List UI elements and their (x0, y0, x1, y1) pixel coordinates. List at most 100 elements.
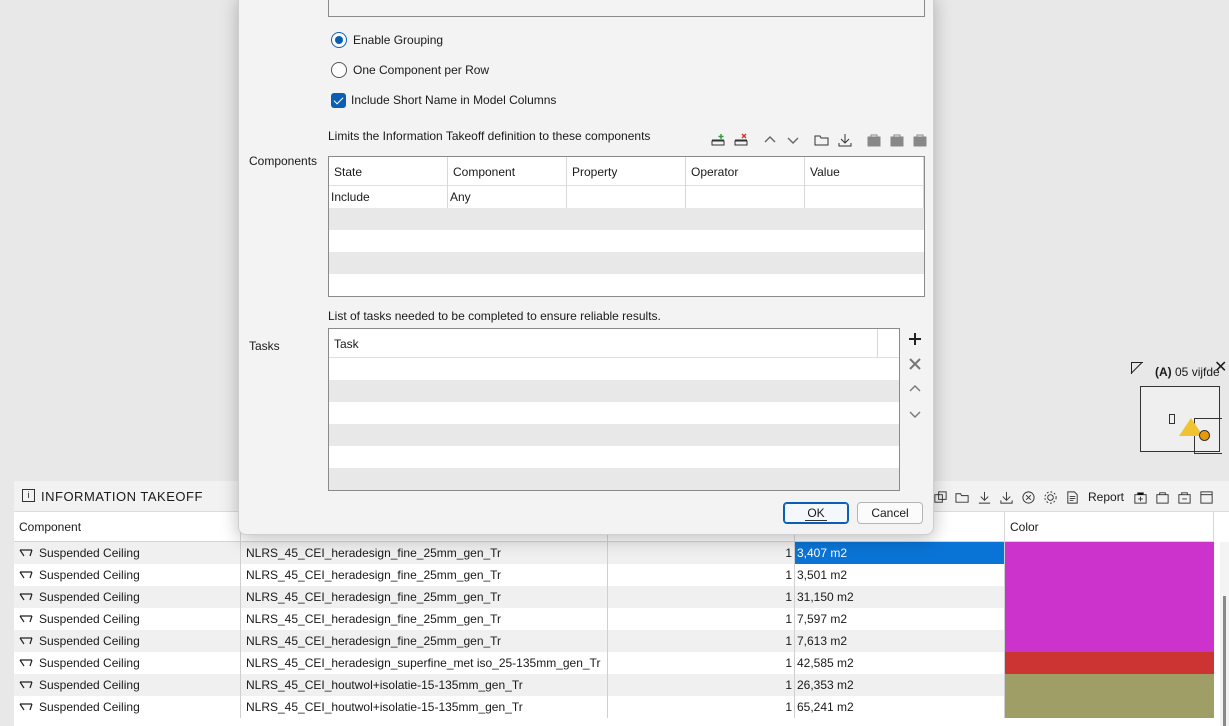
one-component-per-row-option[interactable]: One Component per Row (331, 61, 489, 79)
area-cell[interactable]: 26,353 m2 (795, 674, 1005, 696)
resize-corner-icon[interactable] (1131, 362, 1143, 374)
tasks-table[interactable]: Task (328, 328, 900, 491)
ok-button[interactable]: OK (783, 502, 849, 524)
copy-icon[interactable] (932, 489, 948, 505)
column-header-state[interactable]: State (329, 157, 448, 186)
column-header-color[interactable]: Color (1005, 512, 1214, 542)
open-folder-icon[interactable] (813, 132, 830, 149)
close-icon[interactable] (905, 354, 925, 374)
report-icon[interactable] (1064, 489, 1080, 505)
value-cell[interactable] (805, 186, 924, 208)
area-cell[interactable]: 3,407 m2 (795, 542, 1005, 564)
vertical-scrollbar[interactable] (1220, 542, 1229, 726)
table-row[interactable]: Suspended Ceiling NLRS_45_CEI_heradesign_… (14, 542, 1214, 564)
count-cell[interactable]: 1 (608, 630, 795, 652)
table-row[interactable]: Suspended Ceiling NLRS_45_CEI_heradesign_… (14, 652, 1214, 674)
gear-icon[interactable] (1042, 489, 1058, 505)
component-cell[interactable]: Any (448, 186, 567, 208)
component-cell[interactable]: Suspended Ceiling (14, 696, 241, 718)
download-all-icon[interactable] (998, 489, 1014, 505)
cancel-circle-icon[interactable] (1020, 489, 1036, 505)
chevron-down-icon[interactable] (905, 404, 925, 424)
area-cell[interactable]: 7,613 m2 (795, 630, 1005, 652)
import-icon[interactable] (836, 132, 853, 149)
one-component-per-row-radio[interactable] (331, 62, 347, 78)
scrollbar-thumb[interactable] (1223, 596, 1226, 726)
color-cell[interactable] (1005, 696, 1214, 718)
component-cell[interactable]: Suspended Ceiling (14, 674, 241, 696)
navigator-preview[interactable]: (A) 05 vijfde ✕ (1128, 360, 1229, 460)
color-cell[interactable] (1005, 586, 1214, 608)
type-cell[interactable]: NLRS_45_CEI_houtwol+isolatie-15-135mm_ge… (241, 696, 608, 718)
table-row[interactable]: Include Any (329, 186, 924, 208)
area-cell[interactable]: 65,241 m2 (795, 696, 1005, 718)
move-down-icon[interactable] (784, 132, 801, 149)
area-cell[interactable]: 42,585 m2 (795, 652, 1005, 674)
component-cell[interactable]: Suspended Ceiling (14, 542, 241, 564)
count-cell[interactable]: 1 (608, 674, 795, 696)
column-header-property[interactable]: Property (567, 157, 686, 186)
color-cell[interactable] (1005, 542, 1214, 564)
property-cell[interactable] (567, 186, 686, 208)
add-bag-icon[interactable] (1132, 489, 1148, 505)
navigator-position-marker[interactable] (1199, 430, 1210, 441)
type-cell[interactable]: NLRS_45_CEI_heradesign_fine_25mm_gen_Tr (241, 586, 608, 608)
operator-cell[interactable] (686, 186, 805, 208)
add-row-icon[interactable] (709, 132, 726, 149)
table-row[interactable]: Suspended Ceiling NLRS_45_CEI_houtwol+iso… (14, 674, 1214, 696)
type-cell[interactable]: NLRS_45_CEI_heradesign_superfine_met iso… (241, 652, 608, 674)
components-table[interactable]: State Component Property Operator Value … (328, 156, 925, 297)
component-cell[interactable]: Suspended Ceiling (14, 564, 241, 586)
chevron-up-icon[interactable] (905, 379, 925, 399)
description-textarea[interactable] (328, 0, 925, 17)
plus-icon[interactable] (905, 329, 925, 349)
cancel-button[interactable]: Cancel (857, 502, 923, 524)
count-cell[interactable]: 1 (608, 542, 795, 564)
type-cell[interactable]: NLRS_45_CEI_houtwol+isolatie-15-135mm_ge… (241, 674, 608, 696)
open-folder-icon[interactable] (954, 489, 970, 505)
state-cell[interactable]: Include (329, 186, 448, 208)
component-cell[interactable]: Suspended Ceiling (14, 652, 241, 674)
table-row[interactable]: Suspended Ceiling NLRS_45_CEI_heradesign_… (14, 630, 1214, 652)
column-header-component[interactable]: Component (448, 157, 567, 186)
table-row[interactable]: Suspended Ceiling NLRS_45_CEI_heradesign_… (14, 586, 1214, 608)
bag-icon[interactable] (911, 132, 928, 149)
color-cell[interactable] (1005, 630, 1214, 652)
color-cell[interactable] (1005, 608, 1214, 630)
table-row[interactable]: Suspended Ceiling NLRS_45_CEI_houtwol+iso… (14, 696, 1214, 718)
type-cell[interactable]: NLRS_45_CEI_heradesign_fine_25mm_gen_Tr (241, 564, 608, 586)
type-cell[interactable]: NLRS_45_CEI_heradesign_fine_25mm_gen_Tr (241, 630, 608, 652)
count-cell[interactable]: 1 (608, 564, 795, 586)
download-icon[interactable] (976, 489, 992, 505)
bag-icon[interactable] (1154, 489, 1170, 505)
remove-row-icon[interactable] (732, 132, 749, 149)
bag-icon[interactable] (888, 132, 905, 149)
enable-grouping-radio[interactable] (331, 32, 347, 48)
color-cell[interactable] (1005, 652, 1214, 674)
column-header-operator[interactable]: Operator (686, 157, 805, 186)
bag-icon[interactable] (865, 132, 882, 149)
count-cell[interactable]: 1 (608, 586, 795, 608)
table-row[interactable]: Suspended Ceiling NLRS_45_CEI_heradesign_… (14, 564, 1214, 586)
include-short-name-option[interactable]: Include Short Name in Model Columns (331, 91, 556, 109)
column-header-task[interactable]: Task (329, 329, 878, 358)
move-up-icon[interactable] (761, 132, 778, 149)
area-cell[interactable]: 3,501 m2 (795, 564, 1005, 586)
color-cell[interactable] (1005, 564, 1214, 586)
column-header-value[interactable]: Value (805, 157, 924, 186)
panel-layout-icon[interactable] (1198, 489, 1214, 505)
column-header-component[interactable]: Component (14, 512, 241, 542)
type-cell[interactable]: NLRS_45_CEI_heradesign_fine_25mm_gen_Tr (241, 542, 608, 564)
color-cell[interactable] (1005, 674, 1214, 696)
area-cell[interactable]: 7,597 m2 (795, 608, 1005, 630)
table-row[interactable]: Suspended Ceiling NLRS_45_CEI_heradesign_… (14, 608, 1214, 630)
count-cell[interactable]: 1 (608, 608, 795, 630)
bag-remove-icon[interactable] (1176, 489, 1192, 505)
report-button[interactable]: Report (1086, 490, 1126, 504)
component-cell[interactable]: Suspended Ceiling (14, 608, 241, 630)
count-cell[interactable]: 1 (608, 652, 795, 674)
component-cell[interactable]: Suspended Ceiling (14, 586, 241, 608)
type-cell[interactable]: NLRS_45_CEI_heradesign_fine_25mm_gen_Tr (241, 608, 608, 630)
count-cell[interactable]: 1 (608, 696, 795, 718)
include-short-name-checkbox[interactable] (331, 92, 346, 108)
